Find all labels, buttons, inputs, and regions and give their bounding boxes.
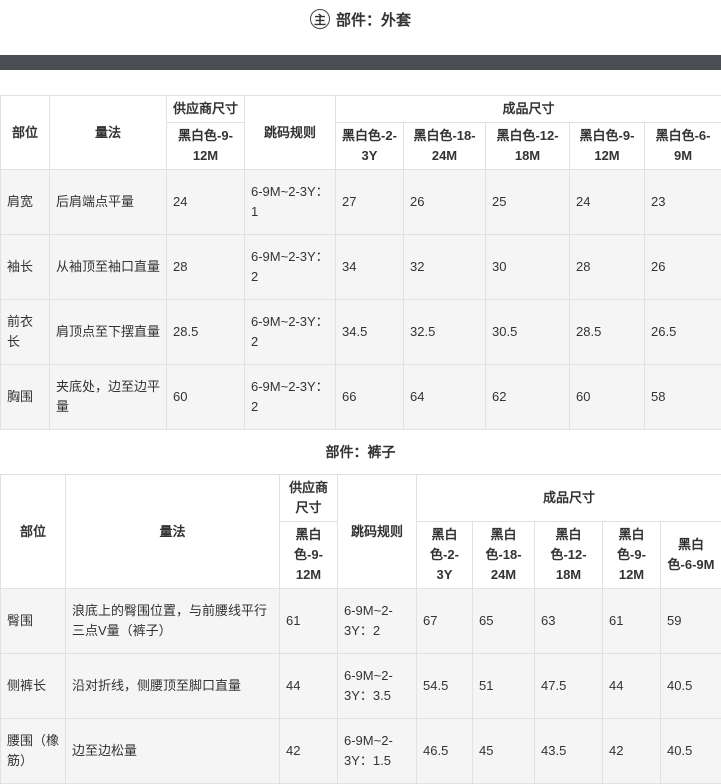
cell-supplier: 60 <box>167 365 245 430</box>
cell-supplier: 42 <box>280 719 338 784</box>
table-row: 袖长 从袖顶至袖口直量 28 6-9M~2-3Y：2 34 32 30 28 2… <box>1 235 721 300</box>
cell-jump: 6-9M~2-3Y：1 <box>245 170 336 235</box>
col-header-jump: 跳码规则 <box>338 475 417 589</box>
cell-value: 51 <box>473 654 535 719</box>
cell-value: 67 <box>417 589 473 654</box>
cell-value: 43.5 <box>535 719 603 784</box>
cell-value: 32.5 <box>404 300 486 365</box>
cell-value: 42 <box>603 719 661 784</box>
cell-value: 45 <box>473 719 535 784</box>
cell-supplier: 44 <box>280 654 338 719</box>
cell-supplier: 28 <box>167 235 245 300</box>
col-header-supplier-size: 黑白色-9-12M <box>280 522 338 589</box>
cell-part: 侧裤长 <box>1 654 66 719</box>
cell-value: 64 <box>404 365 486 430</box>
cell-value: 58 <box>645 365 721 430</box>
cell-part: 臀围 <box>1 589 66 654</box>
cell-value: 60 <box>570 365 645 430</box>
cell-method: 夹底处，边至边平量 <box>50 365 167 430</box>
table-row: 侧裤长 沿对折线，侧腰顶至脚口直量 44 6-9M~2-3Y：3.5 54.5 … <box>1 654 721 719</box>
table-row: 胸围 夹底处，边至边平量 60 6-9M~2-3Y：2 66 64 62 60 … <box>1 365 721 430</box>
col-header-size: 黑白色-18-24M <box>473 522 535 589</box>
cell-value: 25 <box>486 170 570 235</box>
cell-value: 44 <box>603 654 661 719</box>
cell-value: 24 <box>570 170 645 235</box>
col-header-supplier: 供应商尺寸 <box>280 475 338 522</box>
cell-value: 32 <box>404 235 486 300</box>
cell-value: 40.5 <box>661 654 721 719</box>
cell-jump: 6-9M~2-3Y：2 <box>245 235 336 300</box>
divider-bar <box>0 55 721 70</box>
cell-method: 浪底上的臀围位置，与前腰线平行三点V量（裤子） <box>66 589 280 654</box>
cell-value: 26 <box>404 170 486 235</box>
cell-supplier: 28.5 <box>167 300 245 365</box>
col-header-method: 量法 <box>66 475 280 589</box>
table-row: 臀围 浪底上的臀围位置，与前腰线平行三点V量（裤子） 61 6-9M~2-3Y：… <box>1 589 721 654</box>
col-header-size: 黑白色-12-18M <box>535 522 603 589</box>
cell-value: 28.5 <box>570 300 645 365</box>
cell-value: 59 <box>661 589 721 654</box>
cell-method: 肩顶点至下摆直量 <box>50 300 167 365</box>
cell-supplier: 61 <box>280 589 338 654</box>
cell-part: 腰围（橡筋） <box>1 719 66 784</box>
table-row: 肩宽 后肩端点平量 24 6-9M~2-3Y：1 27 26 25 24 23 <box>1 170 721 235</box>
cell-value: 63 <box>535 589 603 654</box>
cell-part: 胸围 <box>1 365 50 430</box>
col-header-jump: 跳码规则 <box>245 96 336 170</box>
cell-method: 沿对折线，侧腰顶至脚口直量 <box>66 654 280 719</box>
col-header-size: 黑白色-12-18M <box>486 123 570 170</box>
col-header-size: 黑白色-6-9M <box>661 522 721 589</box>
col-header-supplier-size: 黑白色-9-12M <box>167 123 245 170</box>
table-row: 腰围（橡筋） 边至边松量 42 6-9M~2-3Y：1.5 46.5 45 43… <box>1 719 721 784</box>
cell-supplier: 24 <box>167 170 245 235</box>
cell-jump: 6-9M~2-3Y：2 <box>245 365 336 430</box>
cell-part: 前衣长 <box>1 300 50 365</box>
table-row: 前衣长 肩顶点至下摆直量 28.5 6-9M~2-3Y：2 34.5 32.5 … <box>1 300 721 365</box>
cell-value: 46.5 <box>417 719 473 784</box>
cell-value: 27 <box>336 170 404 235</box>
cell-value: 30 <box>486 235 570 300</box>
col-header-part: 部位 <box>1 475 66 589</box>
col-header-supplier: 供应商尺寸 <box>167 96 245 123</box>
cell-value: 54.5 <box>417 654 473 719</box>
size-table-pants: 部位 量法 供应商尺寸 跳码规则 成品尺寸 黑白色-9-12M 黑白色-2-3Y… <box>0 474 721 784</box>
cell-method: 从袖顶至袖口直量 <box>50 235 167 300</box>
page-title-bar: 主 部件：外套 <box>0 0 721 38</box>
cell-jump: 6-9M~2-3Y：2 <box>338 589 417 654</box>
cell-value: 65 <box>473 589 535 654</box>
cell-value: 34 <box>336 235 404 300</box>
cell-method: 后肩端点平量 <box>50 170 167 235</box>
cell-value: 40.5 <box>661 719 721 784</box>
col-header-size: 黑白色-9-12M <box>603 522 661 589</box>
col-header-finished: 成品尺寸 <box>417 475 721 522</box>
cell-value: 26.5 <box>645 300 721 365</box>
cell-value: 26 <box>645 235 721 300</box>
cell-part: 袖长 <box>1 235 50 300</box>
cell-part: 肩宽 <box>1 170 50 235</box>
cell-jump: 6-9M~2-3Y：2 <box>245 300 336 365</box>
col-header-size: 黑白色-9-12M <box>570 123 645 170</box>
cell-value: 28 <box>570 235 645 300</box>
col-header-size: 黑白色-18-24M <box>404 123 486 170</box>
size-table-coat: 部位 量法 供应商尺寸 跳码规则 成品尺寸 黑白色-9-12M 黑白色-2-3Y… <box>0 95 721 430</box>
cell-jump: 6-9M~2-3Y：3.5 <box>338 654 417 719</box>
col-header-size: 黑白色-2-3Y <box>336 123 404 170</box>
part-title-coat: 部件：外套 <box>336 9 411 30</box>
cell-method: 边至边松量 <box>66 719 280 784</box>
cell-value: 23 <box>645 170 721 235</box>
col-header-size: 黑白色-2-3Y <box>417 522 473 589</box>
cell-value: 47.5 <box>535 654 603 719</box>
cell-jump: 6-9M~2-3Y：1.5 <box>338 719 417 784</box>
main-badge-icon: 主 <box>310 9 330 29</box>
cell-value: 61 <box>603 589 661 654</box>
part-title-pants: 部件：裤子 <box>0 430 721 474</box>
col-header-finished: 成品尺寸 <box>336 96 721 123</box>
cell-value: 62 <box>486 365 570 430</box>
col-header-size: 黑白色-6-9M <box>645 123 721 170</box>
cell-value: 30.5 <box>486 300 570 365</box>
col-header-method: 量法 <box>50 96 167 170</box>
cell-value: 34.5 <box>336 300 404 365</box>
cell-value: 66 <box>336 365 404 430</box>
col-header-part: 部位 <box>1 96 50 170</box>
